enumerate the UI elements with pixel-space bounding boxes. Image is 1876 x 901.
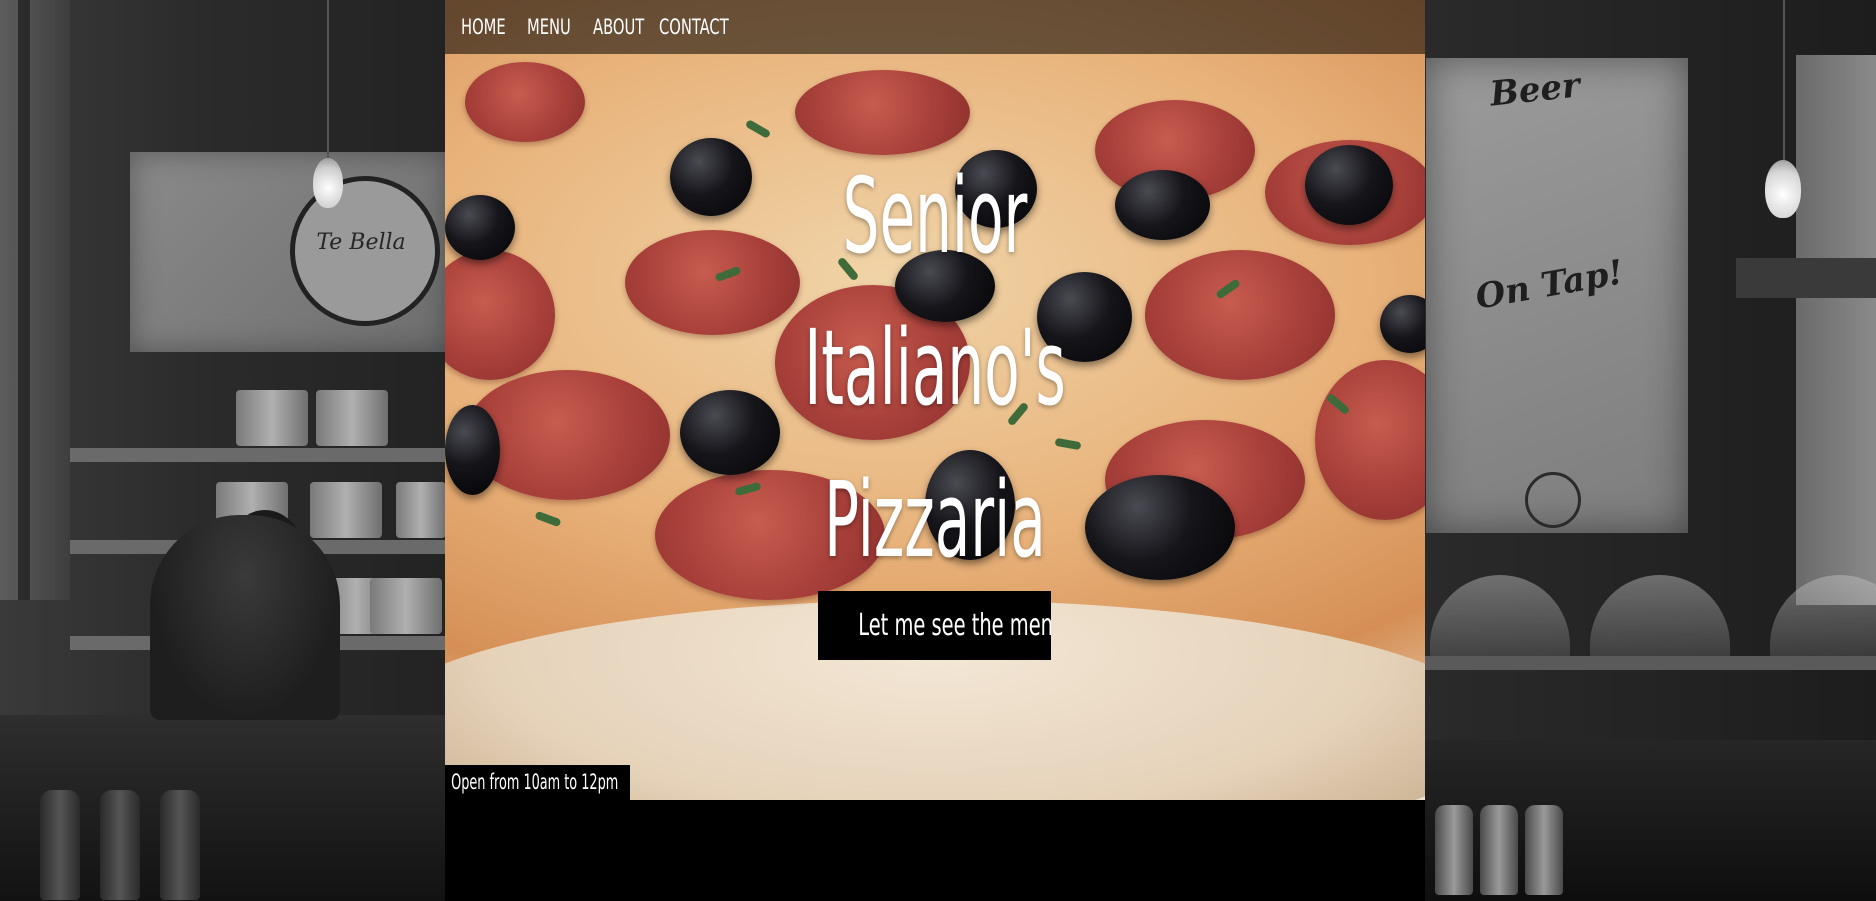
left-window bbox=[0, 0, 70, 600]
nav-menu-link[interactable]: MENU bbox=[527, 15, 578, 39]
title-line: Senior bbox=[842, 155, 1028, 277]
title-line: Pizzaria bbox=[824, 459, 1046, 581]
wall-beam bbox=[1736, 258, 1876, 298]
page-title: Senior Italiano's Pizzaria bbox=[445, 140, 1425, 596]
jar bbox=[1525, 805, 1563, 895]
opening-hours-text: Open from 10am to 12pm bbox=[451, 770, 619, 794]
tin bbox=[310, 482, 382, 538]
pendant-cord bbox=[327, 0, 329, 160]
window-frame bbox=[18, 0, 30, 600]
pendant-bulb-right bbox=[1765, 160, 1801, 218]
sign-logo-text: Te Bella bbox=[316, 230, 406, 255]
cake-shelf bbox=[1424, 656, 1876, 670]
hero-section: HOME MENU ABOUT CONTACT Senior Italiano'… bbox=[445, 0, 1425, 901]
pendant-cord bbox=[1783, 0, 1785, 160]
title-line: Italiano's bbox=[804, 307, 1066, 429]
tin bbox=[236, 390, 308, 446]
shelf bbox=[70, 448, 450, 462]
pepperoni bbox=[465, 62, 585, 142]
nav-about-link[interactable]: ABOUT bbox=[593, 15, 644, 39]
jar bbox=[1435, 805, 1473, 895]
tin bbox=[370, 578, 442, 634]
opening-hours-badge: Open from 10am to 12pm bbox=[445, 765, 630, 800]
top-nav: HOME MENU ABOUT CONTACT bbox=[445, 0, 1425, 54]
herb bbox=[744, 119, 772, 139]
chalkboard-badge bbox=[1525, 472, 1581, 528]
tin bbox=[396, 482, 446, 538]
bottle bbox=[40, 790, 80, 900]
see-menu-button-label: Let me see the menu bbox=[858, 608, 1051, 643]
bottle bbox=[160, 790, 200, 900]
right-window bbox=[1796, 55, 1876, 605]
nav-contact-link[interactable]: CONTACT bbox=[659, 15, 729, 39]
tin bbox=[316, 390, 388, 446]
nav-home-link[interactable]: HOME bbox=[461, 15, 512, 39]
bottle bbox=[100, 790, 140, 900]
person-silhouette bbox=[150, 515, 340, 720]
jar bbox=[1480, 805, 1518, 895]
pendant-bulb-left bbox=[313, 158, 343, 208]
see-menu-button[interactable]: Let me see the menu bbox=[818, 591, 1051, 660]
